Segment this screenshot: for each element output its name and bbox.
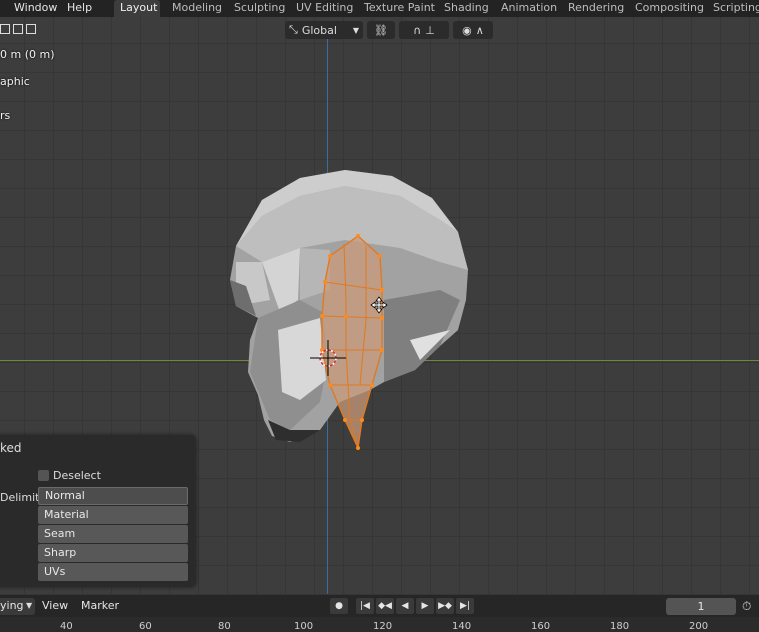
jump-start-button[interactable]: |◀ [356,598,374,614]
delimit-material-button[interactable]: Material [38,506,188,524]
ruler-tick-label: 160 [531,621,551,632]
current-frame-field[interactable]: 1 [666,598,736,615]
ruler-tick-label: 140 [452,621,472,632]
timeline-marker-menu[interactable]: Marker [81,599,119,612]
delimit-normal-button[interactable]: Normal [38,487,188,505]
chevron-down-icon: ▼ [26,601,33,610]
jump-keyframe-next-button[interactable]: ▶◆ [436,598,454,614]
deselect-label: Deselect [53,469,101,482]
ruler-tick-label: 200 [689,621,709,632]
jump-keyframe-prev-button[interactable]: ◆◀ [376,598,394,614]
ruler-tick-label: 180 [610,621,630,632]
checkbox-icon[interactable] [38,470,49,481]
operator-panel: ked Deselect Delimit Normal Material Sea… [0,435,196,587]
delimit-sharp-button[interactable]: Sharp [38,544,188,562]
deselect-checkbox[interactable]: Deselect [38,469,101,482]
play-reverse-button[interactable]: ◀ [396,598,414,614]
play-button[interactable]: ▶ [416,598,434,614]
ruler-tick-label: 80 [218,621,231,632]
timeline-header: ying ▼ View Marker ● |◀ ◆◀ ◀ ▶ ▶◆ ▶| 1 ⏱ [0,595,759,617]
delimit-uvs-button[interactable]: UVs [38,563,188,581]
jump-end-button[interactable]: ▶| [456,598,474,614]
delimit-options: Normal Material Seam Sharp UVs [38,487,188,582]
ruler-tick-label: 100 [294,621,314,632]
stopwatch-icon[interactable]: ⏱ [742,599,751,614]
timeline: ying ▼ View Marker ● |◀ ◆◀ ◀ ▶ ▶◆ ▶| 1 ⏱… [0,595,759,632]
selected-faces [321,235,383,451]
delimit-seam-button[interactable]: Seam [38,525,188,543]
playback-dropdown[interactable]: ying ▼ [0,598,35,615]
ruler-tick-label: 60 [139,621,152,632]
operator-panel-title[interactable]: ked [0,441,22,455]
ruler-tick-label: 120 [373,621,393,632]
playback-label: ying [0,599,24,612]
ruler-tick-label: 40 [60,621,73,632]
record-button[interactable]: ● [330,598,348,614]
playback-controls: ● |◀ ◆◀ ◀ ▶ ▶◆ ▶| [330,598,474,614]
timeline-view-menu[interactable]: View [42,599,68,612]
delimit-label: Delimit [0,491,40,504]
